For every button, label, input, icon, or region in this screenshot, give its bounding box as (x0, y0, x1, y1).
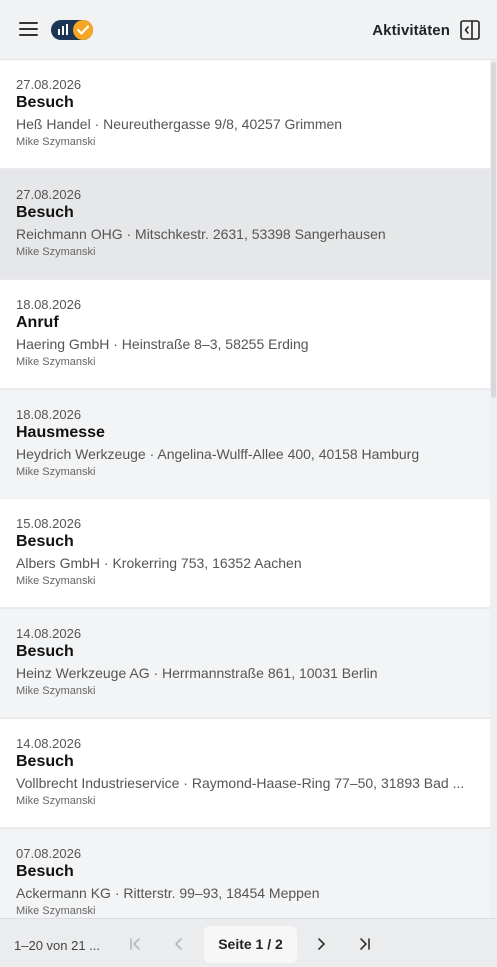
activity-type: Besuch (16, 204, 74, 221)
list-item[interactable]: 07.08.2026 Besuch Ackermann KG · Ritters… (0, 829, 490, 918)
activity-type: Hausmesse (16, 424, 105, 441)
activity-address: Haering GmbH · Heinstraße 8–3, 58255 Erd… (16, 336, 309, 352)
activity-user: Mike Szymanski (16, 136, 96, 148)
pagination-bar: 1–20 von 21 ... Seite 1 / 2 (0, 918, 497, 967)
activity-type: Besuch (16, 533, 74, 550)
activity-type: Besuch (16, 753, 74, 770)
activity-list: 27.08.2026 Besuch Heß Handel · Neureuthe… (0, 60, 490, 918)
first-page-icon[interactable] (124, 934, 146, 954)
activity-user: Mike Szymanski (16, 356, 96, 368)
activity-address: Heydrich Werkzeuge · Angelina-Wulff-Alle… (16, 446, 420, 462)
activity-address: Reichmann OHG · Mitschkestr. 2631, 53398… (16, 226, 386, 242)
page-indicator: Seite 1 / 2 (204, 926, 297, 963)
scrollbar-thumb[interactable] (491, 62, 496, 398)
panel-collapse-icon[interactable] (459, 19, 481, 41)
activity-user: Mike Szymanski (16, 905, 96, 917)
activity-date: 27.08.2026 (16, 187, 82, 202)
prev-page-icon[interactable] (168, 934, 190, 954)
activity-user: Mike Szymanski (16, 685, 96, 697)
hamburger-icon[interactable] (18, 19, 40, 39)
activity-type: Besuch (16, 863, 74, 880)
app-logo-icon (51, 20, 93, 40)
activity-date: 07.08.2026 (16, 846, 82, 861)
activity-address: Albers GmbH · Krokerring 753, 16352 Aach… (16, 555, 302, 571)
activity-type: Besuch (16, 94, 74, 111)
activity-address: Heß Handel · Neureuthergasse 9/8, 40257 … (16, 116, 343, 132)
activity-address: Vollbrecht Industrieservice · Raymond-Ha… (16, 775, 465, 791)
activity-user: Mike Szymanski (16, 466, 96, 478)
list-item[interactable]: 14.08.2026 Besuch Vollbrecht Industriese… (0, 719, 490, 828)
last-page-icon[interactable] (354, 934, 376, 954)
activity-date: 15.08.2026 (16, 516, 82, 531)
pagination-range: 1–20 von 21 ... (14, 938, 101, 953)
scrollbar[interactable] (490, 60, 497, 918)
activity-address: Ackermann KG · Ritterstr. 99–93, 18454 M… (16, 885, 320, 901)
list-item[interactable]: 15.08.2026 Besuch Albers GmbH · Krokerri… (0, 499, 490, 608)
list-item[interactable]: 27.08.2026 Besuch Heß Handel · Neureuthe… (0, 60, 490, 169)
next-page-icon[interactable] (310, 934, 332, 954)
activity-type: Besuch (16, 643, 74, 660)
activity-type: Anruf (16, 314, 59, 331)
activity-date: 18.08.2026 (16, 297, 82, 312)
list-item[interactable]: 27.08.2026 Besuch Reichmann OHG · Mitsch… (0, 170, 490, 279)
top-bar: Aktivitäten (0, 0, 497, 60)
list-item[interactable]: 18.08.2026 Hausmesse Heydrich Werkzeuge … (0, 390, 490, 499)
activity-date: 18.08.2026 (16, 407, 82, 422)
activity-date: 14.08.2026 (16, 626, 82, 641)
list-item[interactable]: 18.08.2026 Anruf Haering GmbH · Heinstra… (0, 280, 490, 389)
page-title: Aktivitäten (372, 22, 450, 39)
activity-address: Heinz Werkzeuge AG · Herrmannstraße 861,… (16, 665, 378, 681)
activity-date: 27.08.2026 (16, 77, 82, 92)
activity-user: Mike Szymanski (16, 575, 96, 587)
activity-date: 14.08.2026 (16, 736, 82, 751)
activity-user: Mike Szymanski (16, 246, 96, 258)
list-item[interactable]: 14.08.2026 Besuch Heinz Werkzeuge AG · H… (0, 609, 490, 718)
activity-user: Mike Szymanski (16, 795, 96, 807)
